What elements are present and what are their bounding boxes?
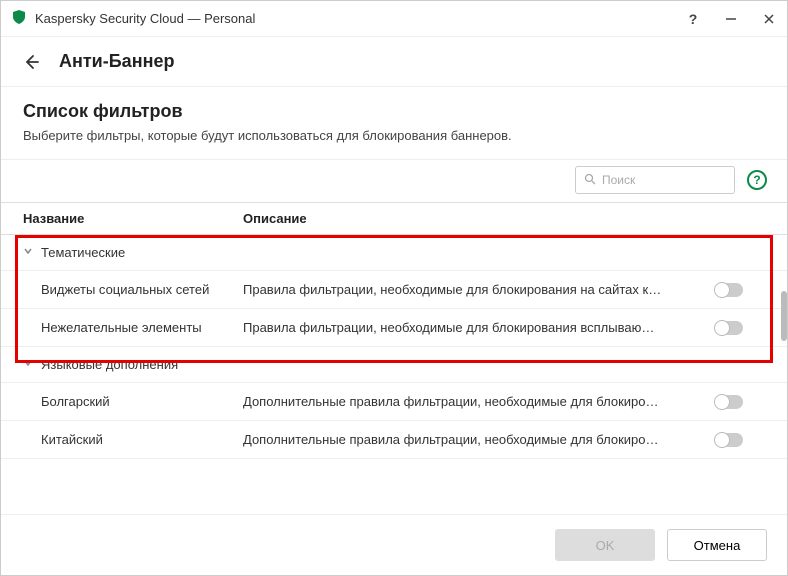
table-body: Тематические Виджеты социальных сетей Пр…: [1, 235, 787, 514]
chevron-down-icon: [23, 358, 33, 371]
ok-button[interactable]: OK: [555, 529, 655, 561]
search-icon: [584, 173, 596, 188]
filter-name: Китайский: [41, 432, 243, 447]
group-label: Языковые дополнения: [41, 357, 178, 372]
help-button[interactable]: ?: [683, 9, 703, 29]
header: Анти-Баннер: [1, 37, 787, 87]
minimize-button[interactable]: [721, 9, 741, 29]
filter-name: Нежелательные элементы: [41, 320, 243, 335]
filter-row-bulgarian: Болгарский Дополнительные правила фильтр…: [1, 383, 787, 421]
filter-toggle[interactable]: [715, 283, 743, 297]
back-button[interactable]: [17, 48, 45, 76]
cancel-button[interactable]: Отмена: [667, 529, 767, 561]
close-button[interactable]: [759, 9, 779, 29]
titlebar: Kaspersky Security Cloud — Personal ?: [1, 1, 787, 37]
filter-row-social-widgets: Виджеты социальных сетей Правила фильтра…: [1, 271, 787, 309]
chevron-down-icon: [23, 246, 33, 259]
page-title: Список фильтров: [23, 101, 765, 122]
filter-row-unwanted-elements: Нежелательные элементы Правила фильтраци…: [1, 309, 787, 347]
column-name: Название: [23, 211, 243, 226]
search-box[interactable]: [575, 166, 735, 194]
filter-toggle[interactable]: [715, 433, 743, 447]
filter-description: Дополнительные правила фильтрации, необх…: [243, 394, 715, 409]
filter-name: Виджеты социальных сетей: [41, 282, 243, 297]
filter-toggle[interactable]: [715, 395, 743, 409]
filter-description: Правила фильтрации, необходимые для блок…: [243, 320, 715, 335]
app-title: Kaspersky Security Cloud — Personal: [35, 11, 683, 26]
table-header: Название Описание: [1, 202, 787, 235]
column-description: Описание: [243, 211, 715, 226]
section-title: Анти-Баннер: [59, 51, 174, 72]
filter-description: Правила фильтрации, необходимые для блок…: [243, 282, 715, 297]
page-description: Выберите фильтры, которые будут использо…: [23, 128, 765, 143]
filter-row-chinese: Китайский Дополнительные правила фильтра…: [1, 421, 787, 459]
info-help-icon[interactable]: ?: [747, 170, 767, 190]
footer: OK Отмена: [1, 514, 787, 575]
filter-name: Болгарский: [41, 394, 243, 409]
group-row-language[interactable]: Языковые дополнения: [1, 347, 787, 383]
filter-description: Дополнительные правила фильтрации, необх…: [243, 432, 715, 447]
group-label: Тематические: [41, 245, 125, 260]
filter-toggle[interactable]: [715, 321, 743, 335]
scrollbar-thumb[interactable]: [781, 291, 787, 341]
group-row-thematic[interactable]: Тематические: [1, 235, 787, 271]
toolbar: ?: [1, 159, 787, 202]
subheader: Список фильтров Выберите фильтры, которы…: [1, 87, 787, 159]
app-shield-icon: [11, 9, 27, 28]
search-input[interactable]: [602, 173, 757, 187]
